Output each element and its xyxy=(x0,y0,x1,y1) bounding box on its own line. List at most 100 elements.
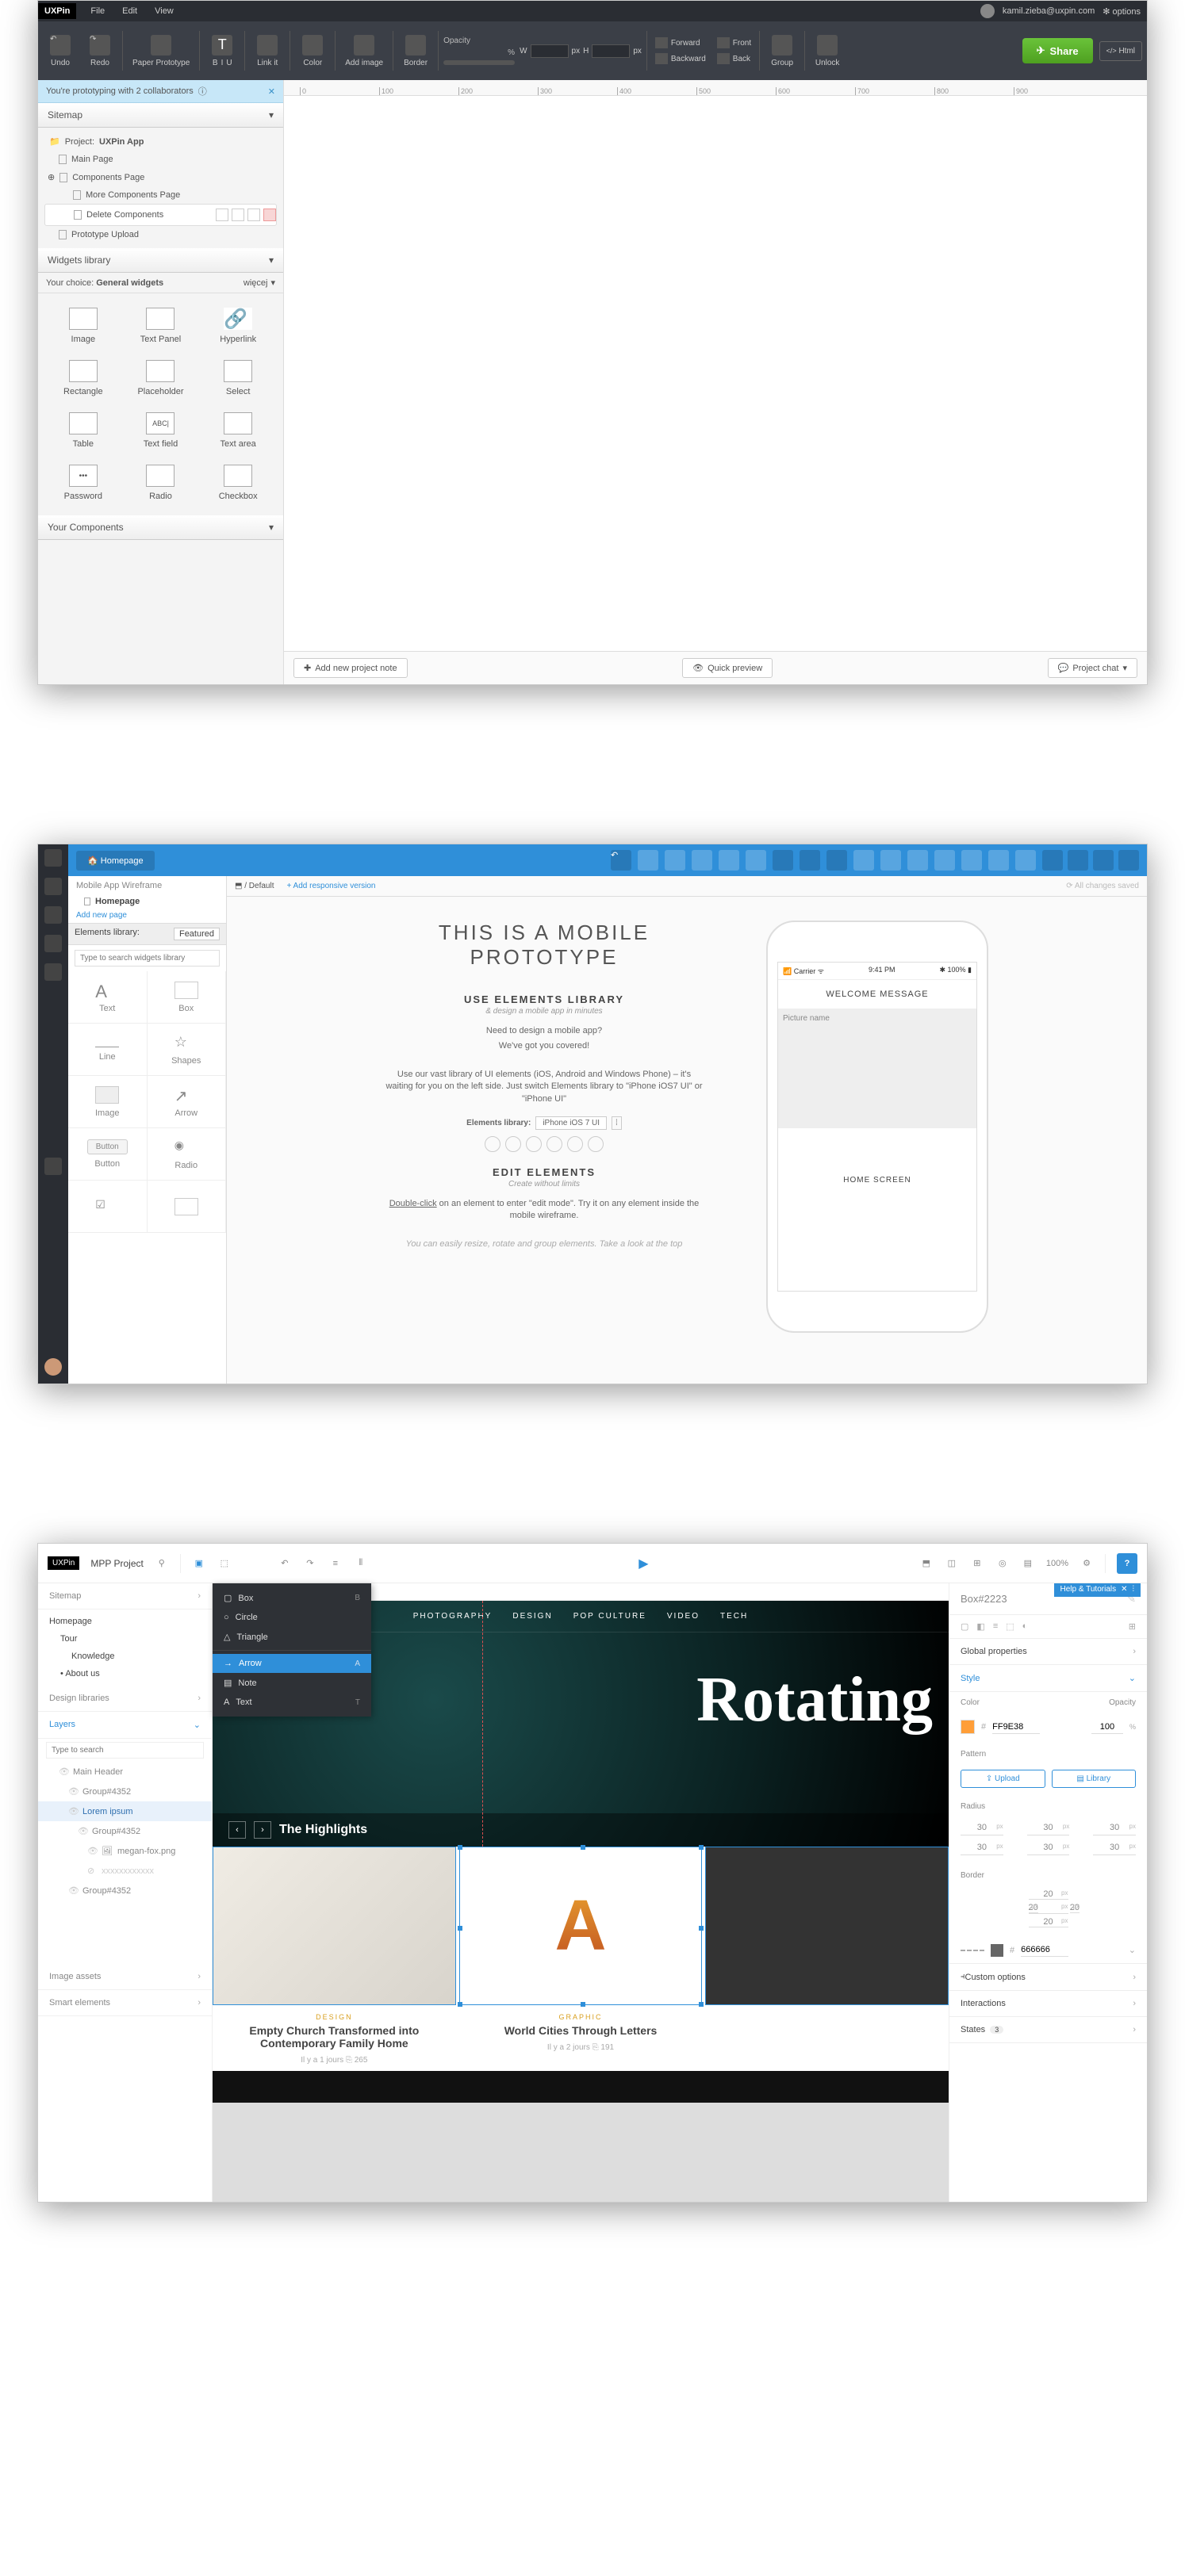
bold-button[interactable]: B xyxy=(213,59,218,67)
share-button[interactable]: ✈Share xyxy=(1022,38,1093,63)
border-top-input[interactable]: 20 xyxy=(1029,1889,1068,1900)
bring-front-button[interactable]: Front xyxy=(714,36,754,50)
custom-options-header[interactable]: ⫞ Custom options› xyxy=(949,1964,1147,1991)
tool-icon[interactable] xyxy=(907,850,928,871)
states-header[interactable]: States3› xyxy=(949,2017,1147,2043)
tab-icon[interactable]: ▢ xyxy=(961,1621,968,1632)
style-header[interactable]: Style⌄ xyxy=(949,1665,1147,1692)
visibility-icon[interactable]: 👁 xyxy=(87,1846,97,1856)
tab-icon[interactable]: ⬚ xyxy=(1006,1621,1014,1632)
tool-icon[interactable] xyxy=(692,850,712,871)
breadcrumb[interactable]: 🏠 Homepage xyxy=(76,851,155,871)
page-prototype-upload[interactable]: Prototype Upload xyxy=(44,226,277,243)
tool-icon[interactable] xyxy=(988,850,1009,871)
rail-pages-icon[interactable] xyxy=(44,878,62,895)
group-button[interactable]: Group xyxy=(765,32,800,71)
widget-hyperlink[interactable]: 🔗Hyperlink xyxy=(201,301,275,350)
distribute-icon[interactable]: ⫴ xyxy=(354,1556,368,1571)
project-name[interactable]: MPP Project xyxy=(90,1558,143,1569)
card-selected[interactable]: A GRAPHIC World Cities Through Letters I… xyxy=(459,1847,703,2071)
library-button[interactable]: ▤ Library xyxy=(1052,1770,1137,1788)
border-color-swatch[interactable] xyxy=(991,1944,1003,1957)
widget-box[interactable]: Box xyxy=(148,971,227,1024)
fullscreen-button[interactable] xyxy=(1118,850,1139,871)
export-html-button[interactable]: </> Html xyxy=(1099,41,1142,61)
radius-input[interactable]: 30 xyxy=(1027,1840,1070,1855)
user-avatar[interactable] xyxy=(980,4,995,18)
tool-icon[interactable] xyxy=(773,850,793,871)
tool-icon[interactable] xyxy=(1015,850,1036,871)
toolbar-icon[interactable]: ⊞ xyxy=(970,1556,984,1571)
toolbar-icon[interactable]: ◫ xyxy=(945,1556,959,1571)
opacity-control[interactable]: Opacity% xyxy=(443,36,515,65)
link-button[interactable]: Link it xyxy=(250,32,285,71)
delete-page-button[interactable] xyxy=(263,209,276,221)
widget-text-area[interactable]: Text area xyxy=(201,406,275,455)
project-row[interactable]: 📁 Project: UXPin App xyxy=(44,132,277,151)
nav-link[interactable]: DESIGN xyxy=(512,1612,552,1621)
visibility-icon[interactable]: 👁 xyxy=(68,1885,78,1896)
toolbar-icon[interactable]: ⬒ xyxy=(919,1556,934,1571)
sitemap-header[interactable]: Sitemap› xyxy=(38,1583,212,1610)
widget-arrow[interactable]: ↗Arrow xyxy=(148,1076,227,1128)
layer-row[interactable]: 👁🖼 megan-fox.png xyxy=(38,1841,212,1861)
sitemap-item[interactable]: Tour xyxy=(38,1630,212,1648)
send-back-button[interactable]: Back xyxy=(714,52,754,66)
share-button[interactable] xyxy=(1068,850,1088,871)
search-icon[interactable]: ⚲ xyxy=(155,1556,169,1571)
widget-line[interactable]: Line xyxy=(68,1024,148,1076)
card[interactable] xyxy=(705,1847,949,2071)
options-link[interactable]: ✻ options xyxy=(1103,6,1141,17)
italic-button[interactable]: I xyxy=(221,59,224,67)
widgets-header[interactable]: Widgets library▾ xyxy=(38,248,283,273)
layer-row[interactable]: 👁Group#4352 xyxy=(38,1782,212,1801)
layers-search-input[interactable] xyxy=(46,1742,204,1759)
help-tutorials-chip[interactable]: Help & Tutorials✕⫶ xyxy=(1054,1583,1141,1597)
width-input[interactable] xyxy=(531,44,569,58)
sitemap-item[interactable]: Knowledge xyxy=(38,1648,212,1665)
shape-text[interactable]: ATextT xyxy=(213,1693,371,1712)
move-right-button[interactable] xyxy=(232,209,244,221)
shape-circle[interactable]: ○Circle xyxy=(213,1608,371,1627)
widget-checkbox[interactable]: ☑ xyxy=(68,1181,148,1233)
shape-box[interactable]: ▢BoxB xyxy=(213,1588,371,1608)
shape-note[interactable]: ▤Note xyxy=(213,1673,371,1693)
expand-icon[interactable]: ⊕ xyxy=(48,172,55,182)
rail-grid-icon[interactable] xyxy=(44,1158,62,1175)
stage[interactable]: THIS IS A MOBILE PROTOTYPE USE ELEMENTS … xyxy=(227,897,1147,1384)
tab-icon[interactable]: ◐ xyxy=(1022,1621,1028,1632)
sitemap-header[interactable]: Sitemap▾ xyxy=(38,103,283,128)
close-banner-button[interactable]: ✕ xyxy=(268,86,275,97)
border-hex-input[interactable] xyxy=(1021,1943,1068,1957)
visibility-icon[interactable]: ⊘ xyxy=(87,1866,97,1876)
redo-button[interactable]: ↷Redo xyxy=(82,32,117,71)
frame-tool-icon[interactable]: ⬚ xyxy=(217,1556,232,1571)
radius-input[interactable]: 30 xyxy=(961,1840,1003,1855)
border-bottom-input[interactable]: 20 xyxy=(1029,1917,1068,1927)
layer-row-hidden[interactable]: ⊘xxxxxxxxxxxx xyxy=(38,1861,212,1881)
layers-header[interactable]: Layers⌄ xyxy=(38,1712,212,1739)
components-header[interactable]: Your Components▾ xyxy=(38,515,283,540)
prev-button[interactable]: ‹ xyxy=(228,1821,246,1839)
widget-text-panel[interactable]: Text Panel xyxy=(124,301,198,350)
widget-image[interactable]: Image xyxy=(68,1076,148,1128)
widget-shapes[interactable]: ☆Shapes xyxy=(148,1024,227,1076)
settings-icon[interactable]: ⚙ xyxy=(1080,1556,1094,1571)
tool-icon[interactable] xyxy=(638,850,658,871)
select-tool-icon[interactable]: ▣ xyxy=(192,1556,206,1571)
sitemap-item[interactable]: • About us xyxy=(38,1665,212,1682)
color-swatch[interactable] xyxy=(961,1720,975,1734)
tool-icon[interactable] xyxy=(961,850,982,871)
design-libraries-header[interactable]: Design libraries› xyxy=(38,1686,212,1712)
widget-checkbox[interactable]: Checkbox xyxy=(201,458,275,507)
upload-button[interactable]: ⇪ Upload xyxy=(961,1770,1045,1788)
widget-image[interactable]: Image xyxy=(46,301,121,350)
user-email[interactable]: kamil.zieba@uxpin.com xyxy=(1003,6,1095,16)
chevron-down-icon[interactable]: ⌄ xyxy=(1129,1945,1136,1955)
toolbar-icon[interactable]: ▤ xyxy=(1021,1556,1035,1571)
layer-row[interactable]: 👁Group#4352 xyxy=(38,1821,212,1841)
widget-button[interactable]: ButtonButton xyxy=(68,1128,148,1181)
info-icon[interactable]: ⓘ xyxy=(198,85,207,98)
search-widgets-input[interactable] xyxy=(75,950,220,966)
page-main[interactable]: Main Page xyxy=(44,151,277,168)
